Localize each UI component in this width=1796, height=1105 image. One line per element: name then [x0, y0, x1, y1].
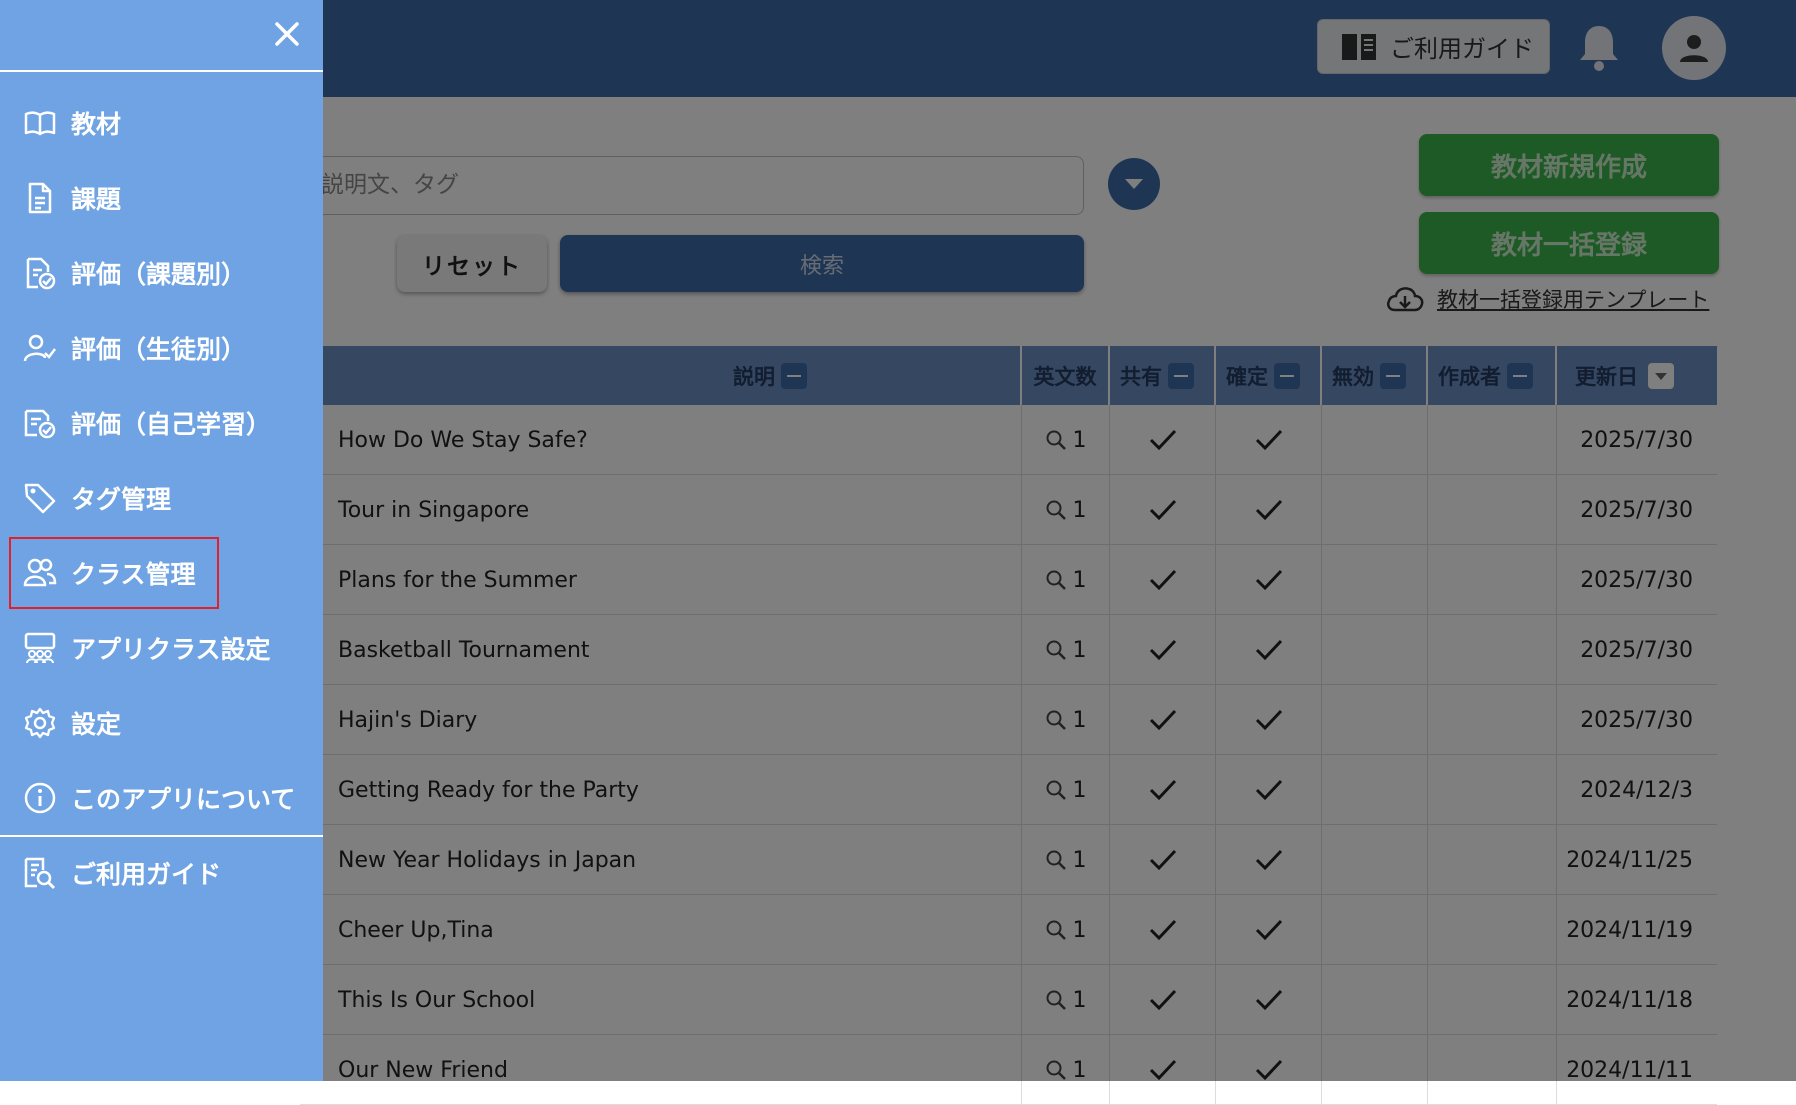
nav-item-assignments[interactable]: 課題	[0, 160, 323, 235]
nav-item-label: タグ管理	[71, 484, 172, 514]
nav-item-label: 設定	[71, 709, 122, 739]
close-icon[interactable]	[270, 17, 304, 51]
gear-icon	[24, 707, 56, 738]
nav-item-eval-self-study[interactable]: 評価（自己学習）	[0, 385, 323, 460]
nav-item-eval-by-assignment[interactable]: 評価（課題別）	[0, 235, 323, 310]
info-icon	[24, 782, 56, 813]
nav-item-label: 評価（自己学習）	[71, 409, 272, 439]
documents-check-icon	[24, 409, 56, 438]
nav-item-label: アプリクラス設定	[71, 634, 271, 664]
nav-item-app-class-settings[interactable]: アプリクラス設定	[0, 610, 323, 685]
nav-item-label: 評価（課題別）	[71, 259, 247, 289]
nav-item-label: 評価（生徒別）	[71, 334, 247, 364]
drawer-top-bar	[0, 0, 323, 72]
nav-item-label: 教材	[71, 109, 122, 139]
nav-item-about[interactable]: このアプリについて	[0, 760, 323, 835]
nav-item-label: このアプリについて	[71, 784, 296, 814]
app-root: ご利用ガイド 説明文、タグ リセット 検索 教材新規作成 教材一括登録 教材一括…	[0, 0, 1796, 1105]
nav-item-label: ご利用ガイド	[71, 859, 222, 889]
user-check-icon	[23, 334, 56, 361]
guide-search-icon	[24, 857, 56, 889]
nav-item-label: 課題	[71, 184, 122, 214]
nav-item-settings[interactable]: 設定	[0, 685, 323, 760]
book-open-icon	[24, 110, 56, 135]
document-icon	[28, 182, 52, 213]
document-check-icon	[26, 257, 56, 289]
nav-item-eval-by-student[interactable]: 評価（生徒別）	[0, 310, 323, 385]
nav-item-materials[interactable]: 教材	[0, 85, 323, 160]
group-board-icon	[24, 632, 56, 663]
nav-item-guide[interactable]: ご利用ガイド	[0, 835, 323, 910]
tag-icon	[24, 483, 56, 513]
nav-item-tag-management[interactable]: タグ管理	[0, 460, 323, 535]
highlight-box	[9, 537, 219, 609]
